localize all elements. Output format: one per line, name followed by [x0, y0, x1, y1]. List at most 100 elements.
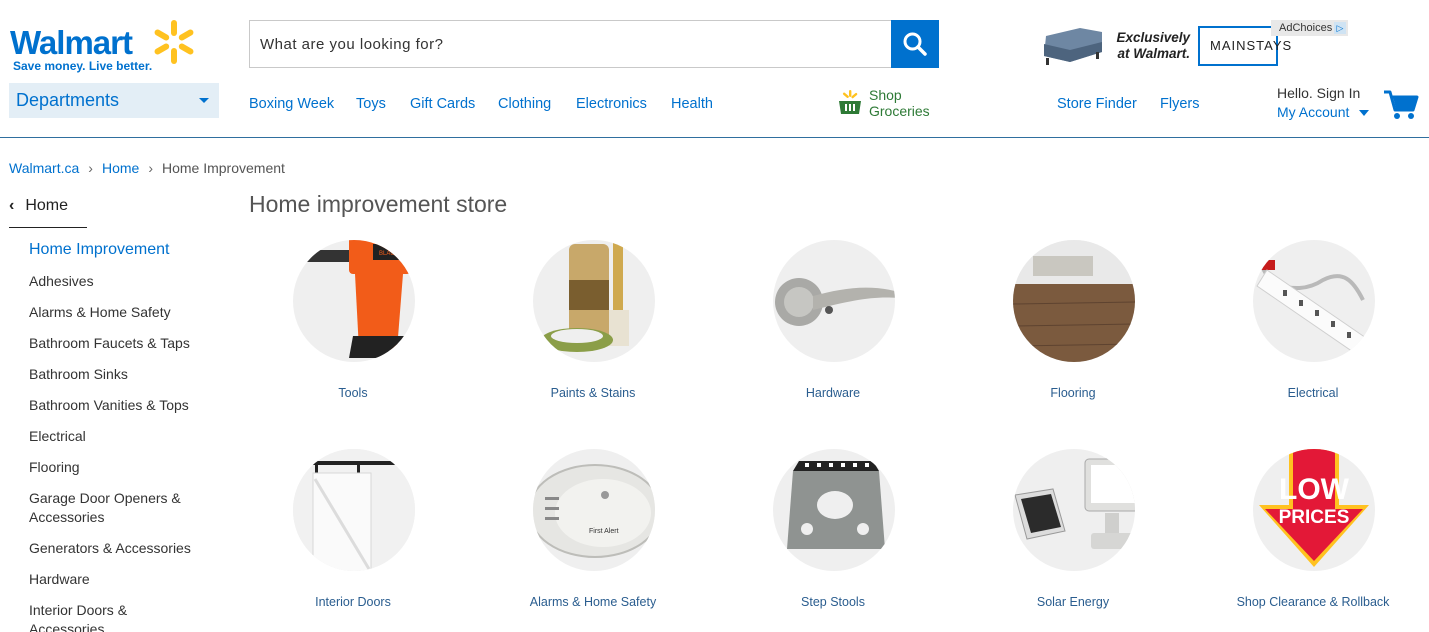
my-account-menu[interactable]: My Account	[1277, 104, 1349, 120]
sidebar-back-label: Home	[25, 197, 69, 214]
sidebar-current-category[interactable]: Home Improvement	[29, 241, 170, 259]
walmart-logo[interactable]: Walmart Save money. Live better.	[10, 18, 200, 74]
category-label: Shop Clearance & Rollback	[1236, 595, 1390, 609]
clearance-image: LOW PRICES	[1253, 449, 1375, 571]
nav-link-health[interactable]: Health	[671, 96, 713, 112]
nav-link-electronics[interactable]: Electronics	[576, 96, 647, 112]
category-label: Flooring	[1050, 386, 1096, 400]
spark-icon	[154, 20, 194, 64]
sidebar-item-hardware[interactable]: Hardware	[29, 570, 209, 589]
sidebar-item-bathroom-vanities[interactable]: Bathroom Vanities & Tops	[29, 396, 209, 415]
category-tile-step-stools[interactable]: Step Stools	[733, 449, 933, 632]
sidebar-item-alarms[interactable]: Alarms & Home Safety	[29, 303, 209, 322]
alarms-image: First Alert	[533, 449, 655, 571]
sidebar-item-bathroom-faucets[interactable]: Bathroom Faucets & Taps	[29, 334, 209, 353]
chevron-down-icon[interactable]	[1359, 110, 1369, 116]
sofa-image	[1044, 28, 1102, 65]
category-tile-tools[interactable]: BLACK+ Tools	[253, 240, 453, 430]
wood-floor-icon	[1013, 240, 1135, 362]
sidebar-item-generators[interactable]: Generators & Accessories	[29, 539, 209, 558]
category-tile-interior-doors[interactable]: Interior Doors	[253, 449, 453, 632]
shop-groceries-line2: Groceries	[869, 103, 930, 119]
category-label: Electrical	[1287, 386, 1339, 400]
category-tile-paints[interactable]: Paints & Stains	[493, 240, 693, 430]
chevron-left-icon: ‹	[9, 197, 15, 214]
ad-headline: Exclusively at Walmart.	[1110, 30, 1190, 62]
category-label: Step Stools	[801, 595, 865, 609]
departments-label: Departments	[16, 90, 120, 110]
ad-headline-line1: Exclusively	[1116, 30, 1190, 45]
drill-icon: BLACK+	[303, 240, 411, 358]
search-icon	[903, 32, 927, 56]
departments-dropdown[interactable]: Departments	[9, 83, 219, 118]
nav-link-boxing-week[interactable]: Boxing Week	[249, 96, 334, 112]
category-label: Hardware	[805, 386, 861, 400]
logo-tagline: Save money. Live better.	[13, 59, 153, 73]
paints-image	[533, 240, 655, 362]
breadcrumb-walmart[interactable]: Walmart.ca	[9, 160, 79, 176]
category-tile-hardware[interactable]: Hardware	[733, 240, 933, 430]
flooring-image	[1013, 240, 1135, 362]
ad-brand-name: MAINSTAYS	[1210, 38, 1293, 53]
solar-light-icon	[1014, 458, 1135, 549]
barn-door-icon	[293, 449, 415, 571]
sidebar-back-link[interactable]: ‹ Home	[9, 197, 68, 215]
sidebar-item-garage-door-openers[interactable]: Garage Door Openers & Accessories	[29, 489, 194, 527]
grocery-basket-icon	[839, 90, 861, 114]
category-tile-clearance[interactable]: LOW PRICES Shop Clearance & Rollback	[1213, 449, 1413, 632]
tools-image: BLACK+	[293, 240, 415, 362]
sidebar-item-interior-doors[interactable]: Interior Doors & Accessories	[29, 601, 149, 632]
sidebar-item-adhesives[interactable]: Adhesives	[29, 272, 209, 291]
breadcrumb-home[interactable]: Home	[102, 160, 139, 176]
store-finder-link[interactable]: Store Finder	[1057, 96, 1137, 112]
interior-doors-image	[293, 449, 415, 571]
category-label: Alarms & Home Safety	[529, 595, 657, 609]
power-bar-icon	[1256, 249, 1370, 357]
cart-icon[interactable]	[1383, 88, 1419, 120]
search-bar	[249, 20, 939, 68]
category-label: Interior Doors	[315, 595, 391, 609]
breadcrumb-separator: ›	[148, 160, 153, 176]
logo-wordmark: Walmart	[10, 24, 133, 61]
search-button[interactable]	[891, 20, 939, 68]
electrical-image	[1253, 240, 1375, 362]
hardware-image	[773, 240, 895, 362]
shop-groceries-label: Shop Groceries	[869, 87, 930, 119]
category-tile-flooring[interactable]: Flooring	[973, 240, 1173, 430]
category-tile-electrical[interactable]: Electrical	[1213, 240, 1413, 430]
breadcrumb-separator: ›	[88, 160, 93, 176]
nav-link-gift-cards[interactable]: Gift Cards	[410, 96, 475, 112]
promo-text-line1: LOW	[1279, 473, 1350, 506]
sidebar-item-bathroom-sinks[interactable]: Bathroom Sinks	[29, 365, 209, 384]
flyers-link[interactable]: Flyers	[1160, 96, 1199, 112]
nav-link-clothing[interactable]: Clothing	[498, 96, 551, 112]
site-header: Walmart Save money. Live better. What ar…	[0, 0, 1429, 138]
ad-headline-line2: at Walmart.	[1117, 46, 1190, 61]
sidebar-item-flooring[interactable]: Flooring	[29, 458, 209, 477]
door-handle-icon	[775, 278, 895, 326]
sign-in-greeting[interactable]: Hello. Sign In	[1277, 85, 1360, 102]
category-label: Paints & Stains	[550, 386, 636, 400]
shop-groceries-link[interactable]: Shop Groceries	[838, 87, 948, 123]
svg-text:BLACK+: BLACK+	[379, 251, 403, 257]
paint-can-icon	[541, 240, 629, 352]
sidebar-divider	[9, 227, 87, 228]
breadcrumb: Walmart.ca › Home › Home Improvement	[9, 160, 285, 176]
page-title: Home improvement store	[249, 191, 508, 217]
step-stools-image	[773, 449, 895, 571]
adchoices-label: AdChoices	[1279, 22, 1333, 34]
step-stool-icon	[787, 461, 885, 549]
sidebar-item-electrical[interactable]: Electrical	[29, 427, 209, 446]
category-tile-alarms[interactable]: First Alert Alarms & Home Safety	[493, 449, 693, 632]
category-label: Solar Energy	[1036, 595, 1110, 609]
category-tile-solar-energy[interactable]: Solar Energy	[973, 449, 1173, 632]
adchoices-badge[interactable]: AdChoices ▷	[1271, 20, 1348, 36]
svg-text:First Alert: First Alert	[589, 528, 619, 535]
category-label: Tools	[338, 386, 368, 400]
low-prices-badge-icon: LOW PRICES	[1259, 449, 1369, 567]
adchoices-icon: ▷	[1334, 22, 1346, 34]
search-input[interactable]	[250, 21, 892, 67]
nav-link-toys[interactable]: Toys	[356, 96, 386, 112]
promo-text-line2: PRICES	[1279, 507, 1350, 528]
breadcrumb-current: Home Improvement	[161, 160, 285, 176]
